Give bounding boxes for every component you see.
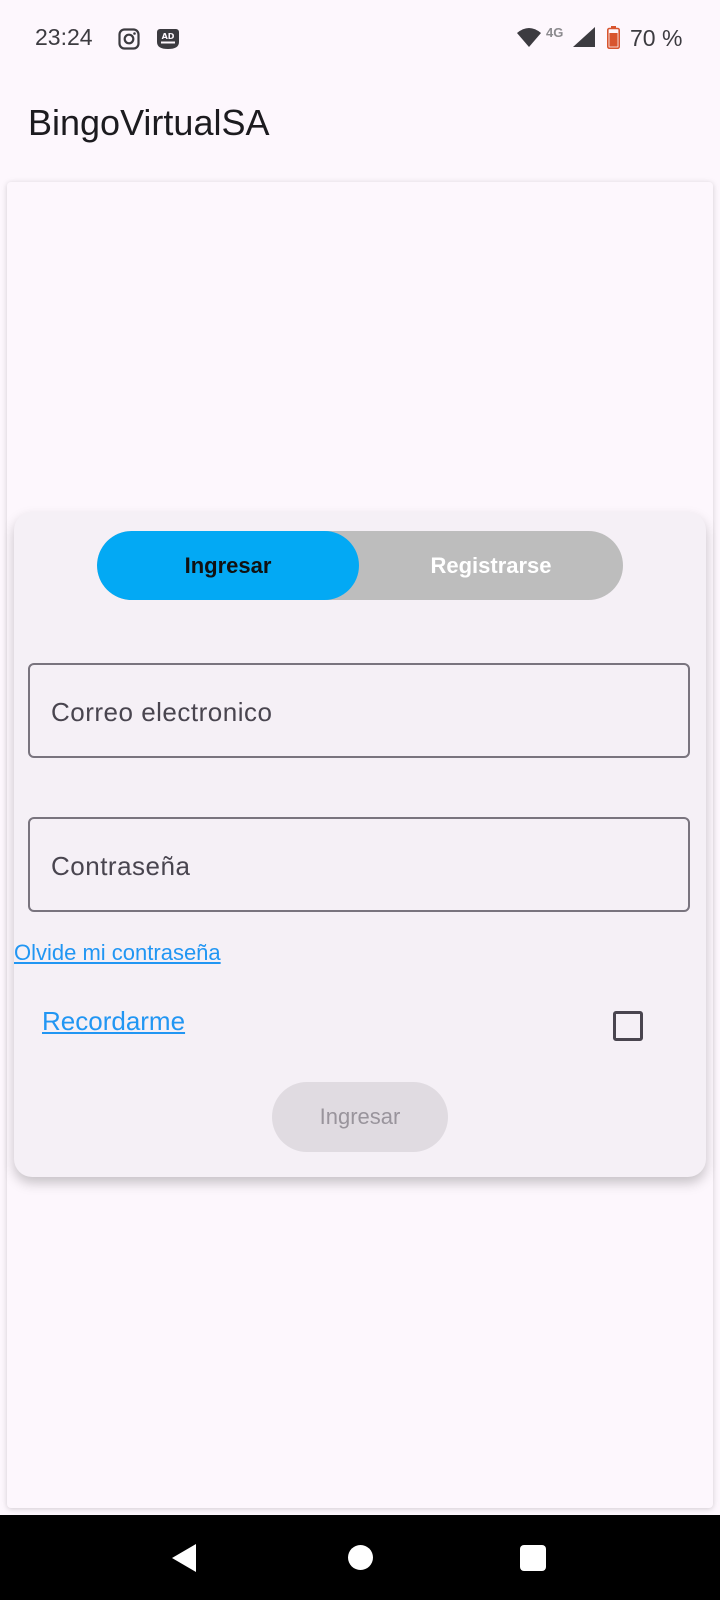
instagram-icon xyxy=(118,28,140,50)
network-type-label: 4G xyxy=(546,25,564,40)
password-field[interactable]: Contraseña xyxy=(28,817,690,912)
recents-icon[interactable] xyxy=(520,1545,546,1571)
email-placeholder: Correo electronico xyxy=(51,697,273,727)
app-title: BingoVirtualSA xyxy=(28,102,270,143)
battery-percentage: 70 % xyxy=(630,25,683,51)
adblock-icon: AD xyxy=(157,29,179,49)
back-icon[interactable] xyxy=(170,1543,198,1573)
tab-registrarse[interactable]: Registrarse xyxy=(359,531,623,600)
login-button[interactable]: Ingresar xyxy=(272,1082,448,1152)
status-bar: 23:24 AD 4G 70 % xyxy=(0,0,720,78)
navigation-bar xyxy=(0,1515,720,1600)
battery-icon xyxy=(607,26,620,49)
tab-ingresar[interactable]: Ingresar xyxy=(97,531,359,600)
remember-me-checkbox[interactable] xyxy=(613,1011,643,1041)
wifi-icon xyxy=(517,28,541,47)
forgot-password-link[interactable]: Olvide mi contraseña xyxy=(14,940,221,966)
svg-text:AD: AD xyxy=(162,32,175,41)
auth-mode-toggle: Ingresar Registrarse xyxy=(97,531,623,600)
password-placeholder: Contraseña xyxy=(51,851,191,881)
status-time: 23:24 xyxy=(35,24,93,50)
email-field[interactable]: Correo electronico xyxy=(28,663,690,758)
signal-icon xyxy=(573,27,595,47)
remember-me-label[interactable]: Recordarme xyxy=(42,1006,185,1037)
home-icon[interactable] xyxy=(348,1545,373,1570)
login-card: Ingresar Registrarse Correo electronico … xyxy=(14,512,706,1177)
